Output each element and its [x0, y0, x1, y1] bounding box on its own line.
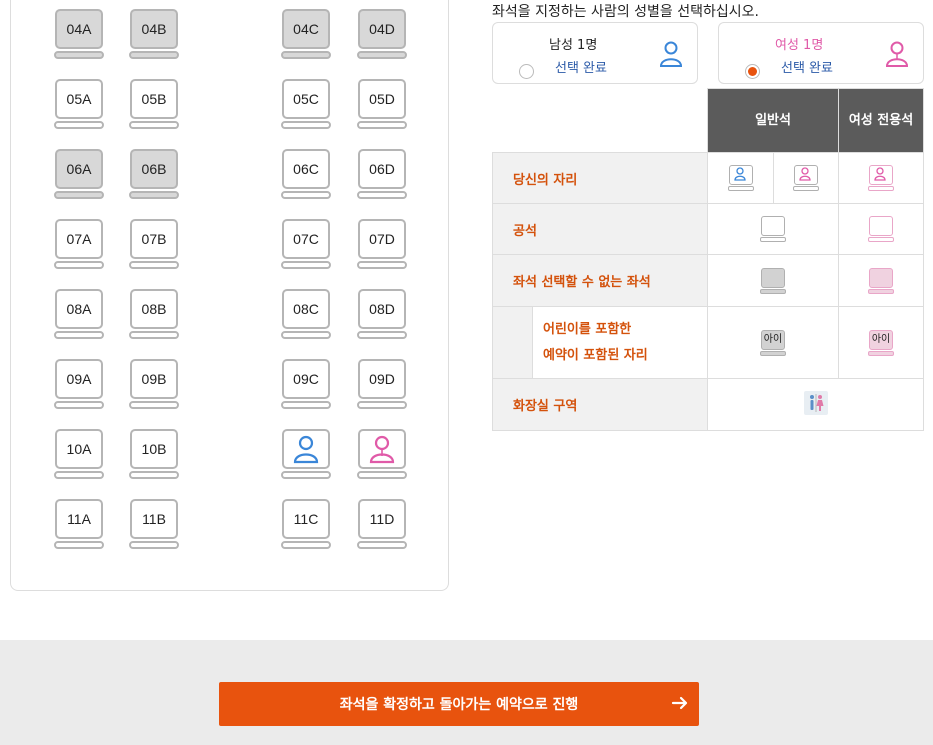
seat-09B[interactable]: 09B: [129, 359, 179, 409]
male-seat-icon: [727, 165, 754, 191]
seat-05A[interactable]: 05A: [54, 79, 104, 129]
women-only-seat-icon: [868, 165, 895, 191]
confirm-seat-button[interactable]: 좌석을 확정하고 돌아가는 예약으로 진행: [219, 682, 699, 726]
seat-label: 11B: [130, 499, 178, 539]
unavailable-seat-icon: [760, 267, 786, 294]
seat-label: 09D: [358, 359, 406, 399]
seat-label: 04C: [282, 9, 330, 49]
male-card-status: 선택 완료: [555, 61, 607, 76]
seat-label: 09B: [130, 359, 178, 399]
seat-05B[interactable]: 05B: [129, 79, 179, 129]
seat-10B[interactable]: 10B: [129, 429, 179, 479]
child-seat-icon: 아이: [760, 329, 786, 356]
seat-08D[interactable]: 08D: [357, 289, 407, 339]
seat-label: 05D: [358, 79, 406, 119]
seat-label: 04D: [358, 9, 406, 49]
seat-06C[interactable]: 06C: [281, 149, 331, 199]
seat-04A: 04A: [54, 9, 104, 59]
seat-10D[interactable]: [357, 429, 407, 479]
male-card-label: 남성 1명: [549, 38, 598, 53]
footer: 좌석을 확정하고 돌아가는 예약으로 진행: [0, 640, 933, 745]
legend-row-yours: 당신의 자리: [492, 152, 708, 204]
seat-label: 06A: [55, 149, 103, 189]
empty-women-seat-icon: [868, 216, 895, 242]
seat-08C[interactable]: 08C: [281, 289, 331, 339]
seat-label: 11A: [55, 499, 103, 539]
seat-label: 11D: [358, 499, 406, 539]
seat-label: 11C: [282, 499, 330, 539]
seat-label: 04A: [55, 9, 103, 49]
seat-map: 04A 04B 04C 04D 05A 05B 05C 05D 06A 06B 06C 06D 07A 0…: [10, 0, 449, 591]
female-person-icon: [885, 41, 909, 67]
seat-06B: 06B: [129, 149, 179, 199]
seat-label: 05A: [55, 79, 103, 119]
legend-row-child: 어린이를 포함한 예약이 포함된 자리: [532, 306, 708, 379]
seat-05D[interactable]: 05D: [357, 79, 407, 129]
seat-06D[interactable]: 06D: [357, 149, 407, 199]
seat-10C[interactable]: [281, 429, 331, 479]
seat-label: 08C: [282, 289, 330, 329]
seat-label: 09A: [55, 359, 103, 399]
confirm-seat-label: 좌석을 확정하고 돌아가는 예약으로 진행: [339, 697, 579, 713]
male-gender-card[interactable]: 남성 1명 선택 완료: [492, 22, 698, 84]
seat-09C[interactable]: 09C: [281, 359, 331, 409]
seat-label: 07C: [282, 219, 330, 259]
seat-label: 05C: [282, 79, 330, 119]
seat-label: 06D: [358, 149, 406, 189]
female-person-icon: [369, 435, 395, 464]
seat-04D: 04D: [357, 9, 407, 59]
seat-label: 09C: [282, 359, 330, 399]
arrow-right-icon: [671, 696, 688, 710]
seat-06A: 06A: [54, 149, 104, 199]
seat-label: 08B: [130, 289, 178, 329]
seat-07B[interactable]: 07B: [129, 219, 179, 269]
seat-label: 08D: [358, 289, 406, 329]
seat-label: 05B: [130, 79, 178, 119]
seat-07D[interactable]: 07D: [357, 219, 407, 269]
unavailable-women-seat-icon: [868, 267, 895, 294]
legend-row-unavailable: 좌석 선택할 수 없는 좌석: [492, 254, 708, 307]
seat-11D[interactable]: 11D: [357, 499, 407, 549]
seat-09A[interactable]: 09A: [54, 359, 104, 409]
legend-row-empty: 공석: [492, 203, 708, 255]
restroom-icon: [803, 390, 828, 415]
seat-legend-table: 일반석 여성 전용석 당신의 자리 공석 좌석 선택할 수 없는 좌석 어린이를…: [492, 88, 925, 431]
seat-08A[interactable]: 08A: [54, 289, 104, 339]
seat-11B[interactable]: 11B: [129, 499, 179, 549]
female-radio[interactable]: [745, 64, 760, 79]
seat-07A[interactable]: 07A: [54, 219, 104, 269]
seat-10A[interactable]: 10A: [54, 429, 104, 479]
seat-label: 06B: [130, 149, 178, 189]
gender-instruction: 좌석을 지정하는 사람의 성별을 선택하십시오.: [492, 4, 759, 20]
female-seat-icon: [793, 165, 819, 191]
child-women-seat-icon: 아이: [868, 329, 895, 356]
seat-label: 06C: [282, 149, 330, 189]
seat-label: 10A: [55, 429, 103, 469]
seat-label: 10B: [130, 429, 178, 469]
female-card-label: 여성 1명: [775, 38, 824, 53]
seat-label: 04B: [130, 9, 178, 49]
seat-label: 08A: [55, 289, 103, 329]
seat-11C[interactable]: 11C: [281, 499, 331, 549]
seat-04C: 04C: [281, 9, 331, 59]
seat-09D[interactable]: 09D: [357, 359, 407, 409]
male-person-icon: [659, 41, 683, 67]
legend-col-women: 여성 전용석: [838, 88, 925, 153]
empty-seat-icon: [760, 216, 786, 242]
legend-col-general: 일반석: [706, 88, 840, 153]
female-gender-card[interactable]: 여성 1명 선택 완료: [718, 22, 924, 84]
seat-11A[interactable]: 11A: [54, 499, 104, 549]
seat-label: 07B: [130, 219, 178, 259]
seat-label: 07D: [358, 219, 406, 259]
legend-row-restroom: 화장실 구역: [492, 378, 708, 431]
female-card-status: 선택 완료: [781, 61, 833, 76]
seat-08B[interactable]: 08B: [129, 289, 179, 339]
male-person-icon: [293, 435, 319, 464]
seat-label: 07A: [55, 219, 103, 259]
seat-05C[interactable]: 05C: [281, 79, 331, 129]
seat-07C[interactable]: 07C: [281, 219, 331, 269]
male-radio[interactable]: [519, 64, 534, 79]
seat-04B: 04B: [129, 9, 179, 59]
